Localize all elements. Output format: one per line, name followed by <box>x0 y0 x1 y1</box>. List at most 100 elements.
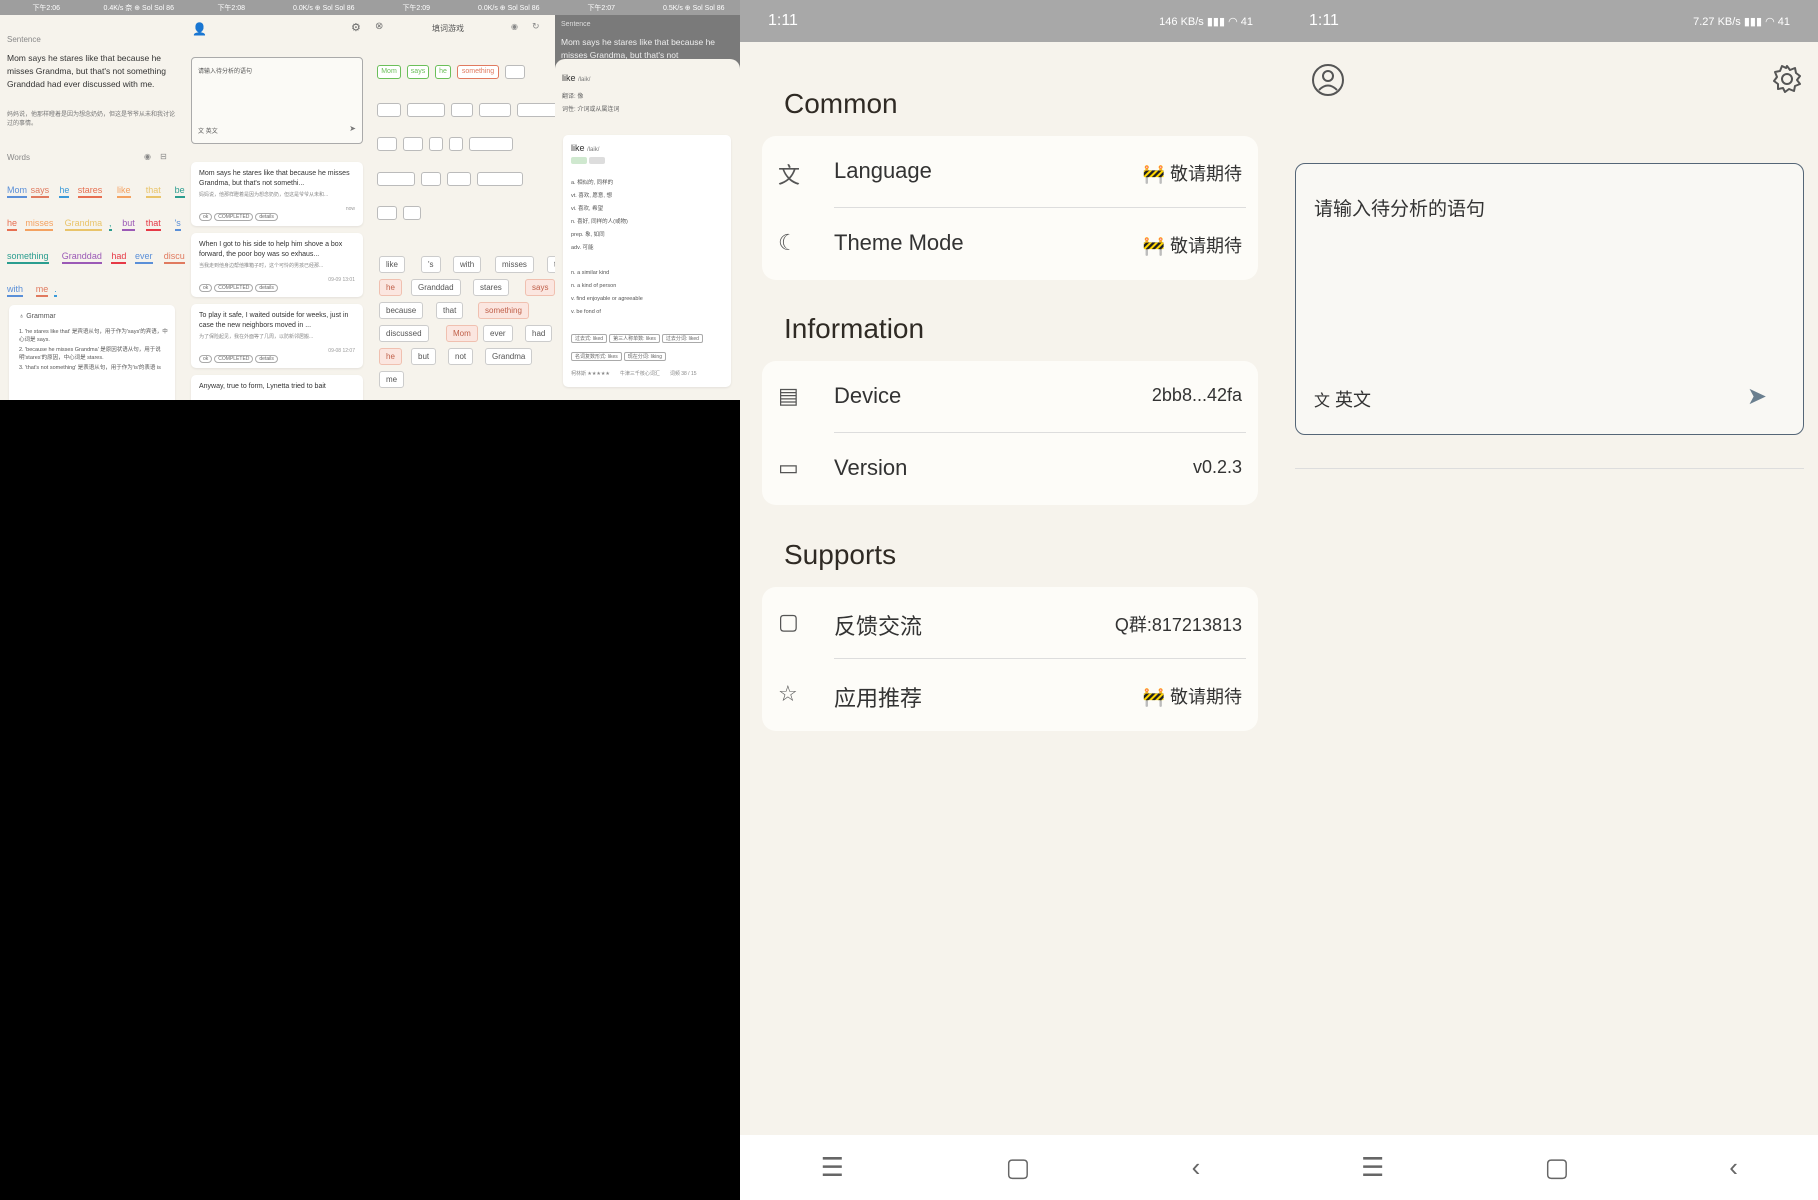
word-token[interactable]: but <box>122 211 135 231</box>
sentence-input[interactable]: 请输入待分析的语句 文 英文 ➤ <box>191 57 363 144</box>
settings-row[interactable]: ▭ Version v0.2.3 <box>762 433 1258 505</box>
word-chip[interactable]: Grandma <box>485 348 533 365</box>
word-token[interactable]: . <box>54 277 57 297</box>
answer-slot[interactable]: Mom <box>377 65 401 79</box>
answer-slot[interactable] <box>377 172 415 186</box>
word-token[interactable]: stares <box>77 178 103 198</box>
tag-pill[interactable]: ok <box>199 355 213 363</box>
refresh-icon[interactable]: ↻ <box>532 21 540 32</box>
collapse-icon[interactable]: ⊟ <box>160 152 167 161</box>
answer-slot[interactable] <box>403 137 423 151</box>
word-token[interactable]: discussed <box>163 244 185 264</box>
tag-pill[interactable]: COMPLETED <box>214 355 254 363</box>
history-card[interactable]: To play it safe, I waited outside for we… <box>191 304 363 368</box>
word-chip[interactable]: that <box>436 302 464 319</box>
answer-slot[interactable] <box>407 103 445 117</box>
word-token[interactable]: says <box>30 178 50 198</box>
menu-icon[interactable]: ☰ <box>1361 1152 1384 1183</box>
home-icon[interactable]: ▢ <box>1006 1152 1031 1183</box>
settings-row[interactable]: ☾ Theme Mode 🚧 敬请期待 <box>762 208 1258 280</box>
word-token[interactable]: 's <box>174 211 181 231</box>
word-token[interactable]: misses <box>25 211 54 231</box>
word-token[interactable]: something <box>7 244 49 264</box>
language-selector[interactable]: 文 英文 <box>1314 386 1371 412</box>
word-chip[interactable]: Granddad <box>411 279 461 296</box>
avatar-icon[interactable]: 👤 <box>192 22 207 36</box>
answer-slot[interactable] <box>377 103 401 117</box>
settings-row[interactable]: ▤ Device 2bb8...42fa <box>762 361 1258 433</box>
history-card[interactable]: Mom says he stares like that because he … <box>191 162 363 226</box>
answer-slot[interactable] <box>403 206 421 220</box>
word-chip[interactable]: like <box>379 256 406 273</box>
answer-slot[interactable] <box>477 172 523 186</box>
word-token[interactable]: that <box>145 178 161 198</box>
tag-pill[interactable]: COMPLETED <box>214 213 254 221</box>
settings-row[interactable]: ☆ 应用推荐 🚧 敬请期待 <box>762 659 1258 731</box>
word-chip[interactable]: discussed <box>379 325 429 342</box>
word-token[interactable]: ever <box>135 244 153 264</box>
word-chip[interactable]: he <box>379 279 402 296</box>
word-chip[interactable]: had <box>525 325 553 342</box>
close-icon[interactable]: ⊗ <box>375 21 383 32</box>
answer-slot[interactable] <box>377 137 397 151</box>
back-icon[interactable]: ‹ <box>1729 1152 1738 1183</box>
word-chip[interactable]: he <box>379 348 402 365</box>
back-icon[interactable]: ‹ <box>1192 1152 1201 1183</box>
word-chip[interactable]: me <box>379 371 405 388</box>
answer-slot[interactable] <box>421 172 441 186</box>
tag-pill[interactable]: COMPLETED <box>214 284 254 292</box>
tag-pill[interactable]: ok <box>199 213 213 221</box>
word-chip[interactable]: Mom <box>446 325 478 342</box>
answer-slot[interactable] <box>517 103 555 117</box>
profile-icon[interactable] <box>1311 63 1345 97</box>
eye-icon[interactable]: ◉ <box>144 152 151 161</box>
menu-icon[interactable]: ☰ <box>821 1152 844 1183</box>
answer-slot[interactable] <box>469 137 513 151</box>
tag-pill[interactable]: details <box>255 284 278 292</box>
eye-icon[interactable]: ◉ <box>511 22 518 31</box>
send-icon[interactable]: ➤ <box>349 124 356 133</box>
history-card[interactable]: When I got to his side to help him shove… <box>191 233 363 297</box>
send-icon[interactable]: ➤ <box>1747 382 1767 411</box>
answer-slot[interactable] <box>479 103 511 117</box>
word-token[interactable]: that <box>145 211 161 231</box>
word-chip[interactable]: misses <box>495 256 534 273</box>
gear-icon[interactable]: ⚙ <box>351 21 361 34</box>
word-chip[interactable]: because <box>379 302 424 319</box>
language-selector[interactable]: 文 英文 <box>198 126 218 135</box>
word-token[interactable]: he <box>7 211 18 231</box>
word-chip[interactable]: says <box>525 279 555 296</box>
answer-slot[interactable] <box>449 137 463 151</box>
word-token[interactable]: had <box>111 244 127 264</box>
word-chip[interactable]: that <box>547 256 555 273</box>
word-token[interactable]: Mom <box>7 178 27 198</box>
tag-pill[interactable]: details <box>255 213 278 221</box>
word-chip[interactable]: but <box>411 348 437 365</box>
word-token[interactable]: he <box>59 178 70 198</box>
answer-slot[interactable] <box>377 206 397 220</box>
word-token[interactable]: Grandma <box>64 211 103 231</box>
settings-row[interactable]: 文 Language 🚧 敬请期待 <box>762 136 1258 208</box>
word-token[interactable]: Granddad <box>61 244 102 264</box>
answer-slot[interactable] <box>505 65 525 79</box>
word-chip[interactable]: ever <box>483 325 513 342</box>
word-chip[interactable]: 's <box>421 256 441 273</box>
settings-icon[interactable] <box>1771 63 1803 95</box>
word-token[interactable]: , <box>109 211 112 231</box>
word-token[interactable]: because <box>174 178 185 198</box>
word-chip[interactable]: stares <box>473 279 509 296</box>
tag-pill[interactable]: details <box>255 355 278 363</box>
answer-slot[interactable]: something <box>457 65 499 79</box>
word-chip[interactable]: with <box>453 256 482 273</box>
settings-row[interactable]: ▢ 反馈交流 Q群:817213813 <box>762 587 1258 659</box>
answer-slot[interactable]: he <box>435 65 451 79</box>
word-token[interactable]: like <box>117 178 131 198</box>
word-chip[interactable]: something <box>478 302 529 319</box>
word-token[interactable]: me <box>35 277 49 297</box>
sentence-input[interactable]: 请输入待分析的语句 文 英文 ➤ <box>1295 163 1804 435</box>
answer-slot[interactable]: says <box>407 65 429 79</box>
home-icon[interactable]: ▢ <box>1545 1152 1570 1183</box>
tag-pill[interactable]: ok <box>199 284 213 292</box>
answer-slot[interactable] <box>429 137 443 151</box>
answer-slot[interactable] <box>451 103 473 117</box>
